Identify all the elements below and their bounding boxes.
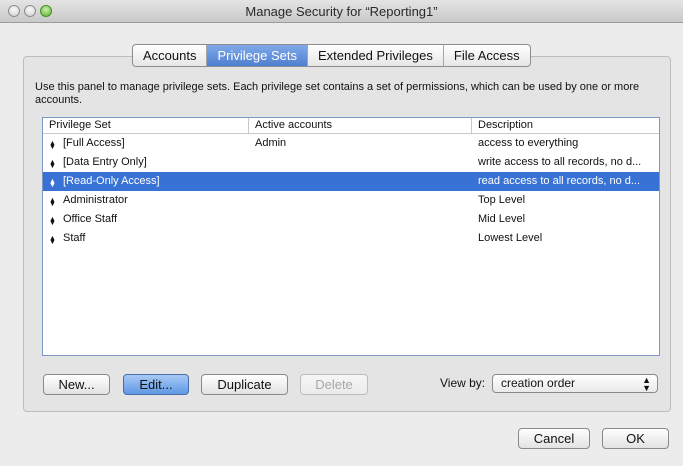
- tab-extended-privileges[interactable]: Extended Privileges: [308, 45, 444, 66]
- privilege-set-description: Mid Level: [478, 213, 526, 225]
- privilege-sets-table[interactable]: Privilege Set Active accounts Descriptio…: [42, 117, 660, 356]
- privilege-set-name: Administrator: [63, 194, 128, 206]
- privilege-set-name: [Read-Only Access]: [63, 175, 160, 187]
- active-accounts: [249, 153, 472, 172]
- title-bar: Manage Security for “Reporting1”: [0, 0, 683, 23]
- active-accounts: [249, 210, 472, 229]
- table-header: Privilege Set Active accounts Descriptio…: [43, 118, 659, 134]
- privilege-set-name: [Data Entry Only]: [63, 156, 147, 168]
- manage-security-dialog: Manage Security for “Reporting1” Account…: [0, 0, 683, 466]
- privilege-set-description: read access to all records, no d...: [478, 175, 641, 187]
- view-by-label: View by:: [440, 376, 486, 390]
- column-header-privilege-set[interactable]: Privilege Set: [43, 118, 249, 133]
- active-accounts: Admin: [255, 137, 287, 149]
- panel-description: Use this panel to manage privilege sets.…: [35, 81, 640, 106]
- tab-file-access[interactable]: File Access: [444, 45, 530, 66]
- privilege-set-description: access to everything: [478, 137, 579, 149]
- duplicate-button[interactable]: Duplicate: [201, 374, 288, 395]
- table-row[interactable]: ▲ ▼ Staff Lowest Level: [43, 229, 659, 248]
- active-accounts: [249, 172, 472, 191]
- tab-bar: Accounts Privilege Sets Extended Privile…: [132, 44, 531, 67]
- table-row[interactable]: ▲ ▼ Administrator Top Level: [43, 191, 659, 210]
- privilege-set-description: Lowest Level: [478, 232, 543, 244]
- table-row[interactable]: ▲ ▼ [Full Access] Admin access to everythi…: [43, 134, 659, 153]
- drag-handle-icon[interactable]: ▲ ▼: [49, 159, 56, 170]
- column-header-active-accounts[interactable]: Active accounts: [249, 118, 472, 133]
- table-row[interactable]: ▲ ▼ Office Staff Mid Level: [43, 210, 659, 229]
- tab-accounts[interactable]: Accounts: [133, 45, 208, 66]
- privilege-set-description: Top Level: [478, 194, 526, 206]
- view-by-select[interactable]: creation order ▲ ▼: [492, 374, 658, 393]
- drag-handle-icon[interactable]: ▲ ▼: [49, 197, 56, 208]
- table-row[interactable]: ▲ ▼ [Data Entry Only] write access to all …: [43, 153, 659, 172]
- privilege-set-description: write access to all records, no d...: [478, 156, 642, 168]
- table-row-selected[interactable]: ▲ ▼ [Read-Only Access] read access to all …: [43, 172, 659, 191]
- active-accounts: [249, 191, 472, 210]
- column-header-description[interactable]: Description: [472, 118, 659, 133]
- active-accounts: [249, 229, 472, 248]
- edit-button[interactable]: Edit...: [123, 374, 189, 395]
- tab-privilege-sets[interactable]: Privilege Sets: [207, 45, 308, 66]
- window-title: Manage Security for “Reporting1”: [245, 4, 438, 19]
- drag-handle-icon[interactable]: ▲ ▼: [49, 178, 56, 189]
- select-arrows-icon: ▲ ▼: [642, 375, 651, 393]
- privilege-set-name: Office Staff: [63, 213, 118, 225]
- drag-handle-icon[interactable]: ▲ ▼: [49, 140, 56, 151]
- view-by-value: creation order: [501, 376, 576, 390]
- cancel-button[interactable]: Cancel: [518, 428, 590, 449]
- new-button[interactable]: New...: [43, 374, 110, 395]
- drag-handle-icon[interactable]: ▲ ▼: [49, 235, 56, 246]
- privilege-set-name: [Full Access]: [63, 137, 125, 149]
- ok-button[interactable]: OK: [602, 428, 669, 449]
- privilege-set-name: Staff: [63, 232, 86, 244]
- delete-button: Delete: [300, 374, 368, 395]
- drag-handle-icon[interactable]: ▲ ▼: [49, 216, 56, 227]
